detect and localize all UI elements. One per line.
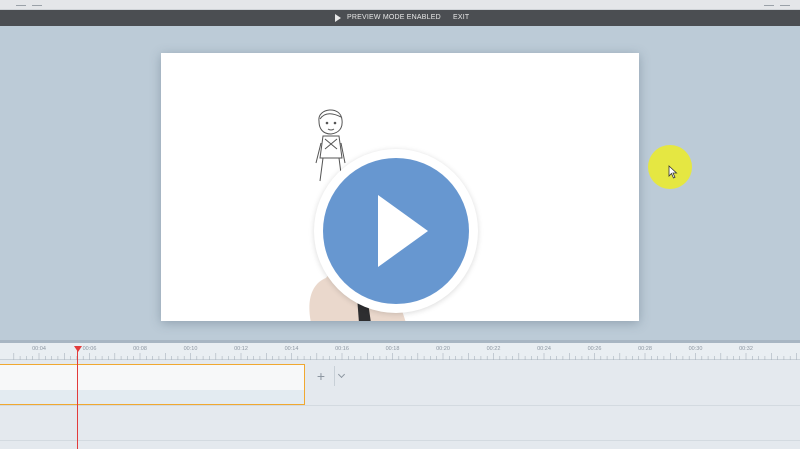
top-toolbar: [0, 0, 800, 10]
ruler-tick-label: 00:06: [82, 346, 97, 352]
time-ruler[interactable]: 00:04 00:06 00:08 00:10 00:12 00:14 00:16 00:18…: [0, 343, 800, 360]
preview-mode-label: PREVIEW MODE ENABLED: [347, 14, 441, 21]
ruler-tick-label: 00:22: [486, 346, 501, 352]
upload-icon[interactable]: [16, 0, 26, 6]
ruler-tick-label: 00:24: [537, 346, 551, 352]
ruler-tick-label: 00:14: [284, 346, 299, 352]
ruler-tick-label: 00:32: [739, 346, 753, 352]
play-button[interactable]: [314, 149, 478, 313]
ruler-tick-label: 00:08: [133, 346, 147, 352]
ruler-tick-label: 00:04: [32, 346, 46, 352]
preview-mode-bar: PREVIEW MODE ENABLED EXIT: [0, 10, 800, 26]
playhead-line: [77, 347, 78, 449]
settings-icon[interactable]: [32, 0, 42, 6]
ruler-tick-label: 00:18: [385, 346, 400, 352]
share-icon[interactable]: [764, 0, 774, 6]
ruler-tick-label: 00:26: [587, 346, 602, 352]
play-button-circle: [323, 158, 469, 304]
scene-options-dropdown[interactable]: [334, 366, 350, 386]
play-icon: [378, 195, 428, 267]
timeline-clip[interactable]: [0, 364, 305, 405]
exit-preview-button[interactable]: EXIT: [453, 14, 469, 22]
play-icon: [335, 14, 341, 22]
ruler-tick-label: 00:30: [688, 346, 703, 352]
clip-audio-strip: [0, 390, 304, 404]
ruler-ticks: [13, 353, 797, 360]
ruler-tick-label: 00:12: [234, 346, 248, 352]
add-scene-button[interactable]: +: [309, 366, 333, 386]
cursor-highlight: [648, 145, 692, 189]
video-preview[interactable]: [161, 53, 639, 321]
chevron-down-icon: [337, 370, 346, 379]
canvas-area: [0, 26, 800, 340]
ruler-tick-label: 00:16: [335, 346, 349, 352]
ruler-tick-label: 00:10: [183, 346, 198, 352]
ruler-tick-label: 00:28: [638, 346, 652, 352]
mouse-pointer-icon: [668, 165, 678, 179]
playhead-handle[interactable]: [74, 346, 82, 352]
plus-icon: +: [316, 368, 326, 384]
menu-icon[interactable]: [780, 0, 790, 6]
track-row: [0, 406, 800, 441]
ruler-tick-label: 00:20: [436, 346, 450, 352]
